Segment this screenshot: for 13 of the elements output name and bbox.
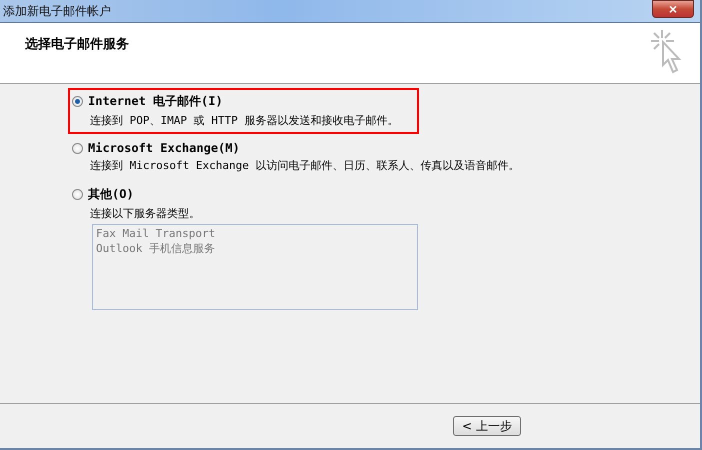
option-description: 连接到 POP、IMAP 或 HTTP 服务器以发送和接收电子邮件。 bbox=[90, 113, 400, 128]
option-label: Internet 电子邮件(I) bbox=[88, 93, 223, 110]
radio-button[interactable] bbox=[72, 96, 83, 107]
close-button[interactable]: × bbox=[652, 0, 694, 18]
option-description: 连接到 Microsoft Exchange 以访问电子邮件、日历、联系人、传真以及语音邮件。 bbox=[90, 158, 520, 173]
window-title: 添加新电子邮件帐户 bbox=[2, 2, 111, 20]
radio-button[interactable] bbox=[72, 142, 83, 154]
option-description: 连接以下服务器类型。 bbox=[90, 206, 201, 221]
option-label: Microsoft Exchange(M) bbox=[88, 141, 240, 155]
page-heading: 选择电子邮件服务 bbox=[25, 36, 129, 53]
radio-button[interactable] bbox=[72, 189, 83, 200]
back-button[interactable]: < 上一步 bbox=[453, 416, 521, 436]
option-label: 其他(O) bbox=[88, 186, 134, 203]
